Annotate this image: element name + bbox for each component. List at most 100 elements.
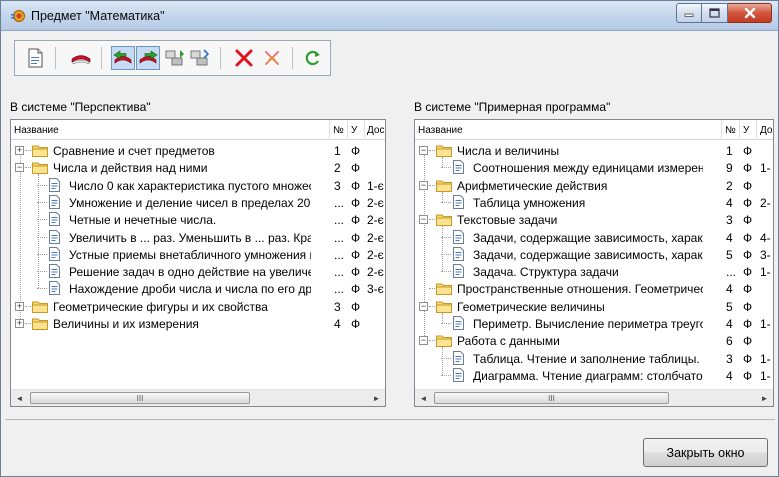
minimize-button[interactable] (676, 3, 702, 23)
scroll-thumb[interactable]: III (30, 392, 250, 404)
title-bar[interactable]: Предмет "Математика" (1, 1, 778, 31)
folder-icon-wrap (32, 315, 49, 332)
tree-item-dos: 2-є (367, 195, 384, 210)
tree-row[interactable]: Таблица умножения 4 Ф 2- (415, 194, 773, 211)
tree-row[interactable]: Умножение и деление чисел в пределах 20 … (11, 194, 385, 211)
folder-icon (436, 301, 452, 313)
tree-expander[interactable]: − (15, 163, 24, 173)
close-icon (744, 7, 755, 19)
toolbar-button-map-right[interactable] (136, 46, 160, 70)
tree-row[interactable]: + Величины и их измерения 4 Ф (11, 315, 385, 332)
book-red-icon (71, 55, 91, 65)
tree-expander[interactable]: + (15, 319, 24, 328)
tree-item-name: Увеличить в ... раз. Уменьшить в ... раз… (69, 230, 311, 245)
tree-row[interactable]: Нахождение дроби числа и числа по его др… (11, 280, 385, 297)
tree-row[interactable]: Устные приемы внетабличного умножения и … (11, 246, 385, 263)
tree-row[interactable]: Задачи, содержащие зависимость, характер… (415, 229, 773, 246)
left-tree-pane[interactable]: Название № У Дос + Сравнение и счет предм… (10, 119, 386, 407)
column-separator[interactable] (721, 120, 722, 140)
maximize-button[interactable] (702, 3, 728, 23)
tree-row[interactable]: Периметр. Вычисление периметра треугольн… (415, 315, 773, 332)
scroll-right-arrow[interactable]: ► (368, 390, 385, 406)
tree-item-u: Ф (351, 144, 361, 158)
column-header-dos[interactable]: До (760, 125, 772, 136)
tree-expander[interactable]: − (419, 215, 428, 225)
tree-row[interactable]: − Числа и действия над ними 2 Ф (11, 159, 385, 176)
document-icon-wrap (453, 315, 466, 332)
tree-expander[interactable]: + (15, 146, 24, 155)
tree-line (25, 167, 31, 169)
tree-row[interactable]: Число 0 как характеристика пустого множе… (11, 177, 385, 194)
column-separator[interactable] (347, 120, 348, 140)
right-horizontal-scrollbar[interactable]: ◄ III ► (415, 389, 773, 406)
tree-item-num: ... (334, 230, 345, 245)
refresh-icon (305, 50, 320, 66)
toolbar-button-book[interactable] (69, 46, 93, 70)
scroll-left-arrow[interactable]: ◄ (11, 390, 28, 406)
scroll-thumb[interactable]: III (434, 392, 669, 404)
tree-item-u: Ф (351, 195, 361, 210)
tree-row[interactable]: Решение задач в одно действие на увеличе… (11, 263, 385, 280)
tree-row[interactable]: + Сравнение и счет предметов 1 Ф (11, 142, 385, 159)
tree-expander[interactable]: + (15, 301, 24, 311)
tree-row[interactable]: Увеличить в ... раз. Уменьшить в ... раз… (11, 229, 385, 246)
column-separator[interactable] (329, 120, 330, 140)
toolbar-button-delete[interactable] (232, 46, 256, 70)
column-separator[interactable] (756, 120, 757, 140)
tree-item-u: Ф (743, 351, 753, 366)
document-icon (49, 194, 60, 209)
document-icon (49, 264, 60, 279)
tree-expander[interactable]: − (419, 146, 428, 155)
tree-expander[interactable]: − (419, 301, 428, 311)
scroll-right-arrow[interactable]: ► (756, 390, 773, 406)
column-header-u[interactable]: У (743, 125, 749, 136)
toolbar-button-refresh[interactable] (301, 46, 325, 70)
tree-row[interactable]: − Текстовые задачи 3 Ф (415, 211, 773, 228)
folder-icon-wrap (436, 298, 453, 315)
close-window-button[interactable]: Закрыть окно (643, 438, 768, 467)
column-header-num[interactable]: № (725, 125, 736, 136)
column-header-dos[interactable]: Дос (367, 125, 384, 136)
tree-expander[interactable]: − (419, 180, 428, 190)
tree-item-u: Ф (743, 317, 753, 331)
right-pane-label: В системе "Примерная программа" (414, 100, 611, 114)
tree-expander[interactable]: − (419, 336, 428, 346)
toolbar-button-collapse[interactable] (188, 46, 212, 70)
tree-row[interactable]: Задача. Структура задачи... Ф 1- (415, 263, 773, 280)
column-header-name[interactable]: Название (418, 125, 463, 136)
right-tree-pane[interactable]: Название № У До − Числа и величины 1 Ф Соотн… (414, 119, 774, 407)
tree-row[interactable]: Пространственные отношения. Геометрическ… (415, 280, 773, 297)
toolbar-button-map-left[interactable] (111, 46, 135, 70)
tree-row[interactable]: Задачи, содержащие зависимость, характер… (415, 246, 773, 263)
tree-row[interactable]: + Геометрические фигуры и их свойства 3 Ф (11, 298, 385, 315)
tree-line (442, 191, 443, 202)
tree-item-num: 4 (726, 282, 733, 297)
toolbar-button-delete-link[interactable] (260, 46, 284, 70)
column-header-name[interactable]: Название (14, 125, 59, 136)
tree-row[interactable]: − Арифметические действия 2 Ф (415, 177, 773, 194)
toolbar-button-expand[interactable] (163, 46, 187, 70)
tree-item-u: Ф (743, 265, 753, 280)
tree-row[interactable]: − Числа и величины 1 Ф (415, 142, 773, 159)
tree-row[interactable]: Диаграмма. Чтение диаграмм: столбчатой, … (415, 367, 773, 384)
tree-row[interactable]: − Работа с данными 6 Ф (415, 332, 773, 349)
toolbar-button-document[interactable] (23, 46, 47, 70)
tree-item-name: Устные приемы внетабличного умножения и … (69, 247, 311, 262)
tree-row[interactable]: Четные и нечетные числа.... Ф 2-є (11, 211, 385, 228)
column-header-num[interactable]: № (333, 125, 344, 136)
tree-item-u: Ф (351, 247, 361, 262)
column-separator[interactable] (739, 120, 740, 140)
tree-expand-icon (165, 50, 184, 66)
tree-row[interactable]: Соотношения между единицами измерения од… (415, 159, 773, 176)
scroll-left-arrow[interactable]: ◄ (415, 390, 432, 406)
tree-row[interactable]: Таблица. Чтение и заполнение таблицы. Ин… (415, 350, 773, 367)
tree-row[interactable]: − Геометрические величины 5 Ф (415, 298, 773, 315)
column-header-u[interactable]: У (351, 125, 357, 136)
column-separator[interactable] (364, 120, 365, 140)
tree-item-u: Ф (351, 178, 361, 193)
left-horizontal-scrollbar[interactable]: ◄ III ► (11, 389, 385, 406)
tree-item-num: 3 (334, 299, 341, 314)
tree-item-num: 5 (726, 247, 733, 262)
window-close-button[interactable] (728, 3, 772, 23)
tree-item-u: Ф (351, 317, 361, 331)
